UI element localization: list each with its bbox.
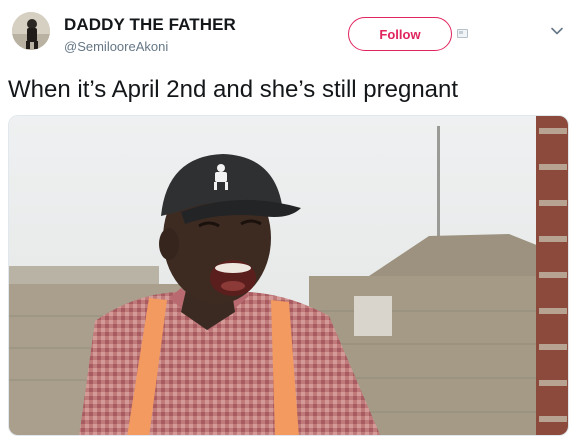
user-handle[interactable]: @SemiloorеAkoni [64, 39, 168, 54]
tweet-text: When it’s April 2nd and she’s still preg… [8, 76, 459, 103]
chevron-down-icon[interactable] [550, 24, 564, 38]
card-icon [457, 29, 468, 38]
avatar[interactable] [12, 12, 50, 50]
follow-button[interactable]: Follow [348, 17, 452, 51]
tweet-header: DADDY THE FATHER @SemiloorеAkoni Follow [0, 0, 578, 70]
display-name[interactable]: DADDY THE FATHER [64, 15, 236, 35]
tweet-media-image[interactable] [8, 115, 569, 436]
